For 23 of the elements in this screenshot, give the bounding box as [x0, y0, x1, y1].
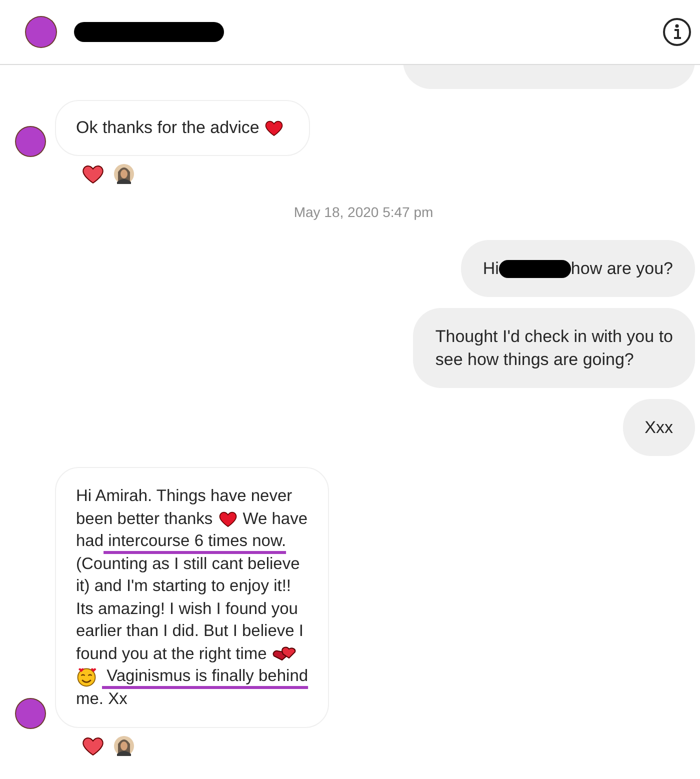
- profile-avatar[interactable]: [26, 17, 56, 47]
- message-text: Thought I'd check in with you to: [435, 326, 673, 348]
- message-text: see how things are going?: [435, 349, 634, 371]
- message-text: been better thanks: [76, 508, 213, 530]
- message-text: found you at the right time: [76, 644, 267, 664]
- message-text: it) and I'm starting to enjoy it!!: [76, 576, 291, 597]
- message-text: intercourse 6 times now.: [107, 531, 286, 552]
- message-text: Its amazing! I wish I found you: [76, 598, 298, 620]
- heart-icon: [264, 118, 284, 138]
- message-text: how are you?: [570, 258, 673, 280]
- message-text: Vaginismus is finally behind: [106, 666, 308, 687]
- message-text: me. Xx: [76, 688, 128, 710]
- info-icon[interactable]: [662, 17, 692, 47]
- message-text: (Counting as I still cant believe: [76, 554, 300, 574]
- message-text: Ok thanks for the advice: [76, 117, 260, 139]
- message-text: We have: [242, 508, 308, 530]
- message-text: Hi Amirah. Things have never: [76, 486, 292, 507]
- message-text: Hi: [482, 258, 499, 280]
- timestamp: May 18, 2020 5:47 pm: [294, 204, 434, 220]
- message-text: had: [76, 531, 104, 552]
- message-text: Xxx: [644, 417, 673, 439]
- smiling-face-icon: [76, 666, 97, 687]
- message-text: earlier than I did. But I believe I: [76, 621, 304, 642]
